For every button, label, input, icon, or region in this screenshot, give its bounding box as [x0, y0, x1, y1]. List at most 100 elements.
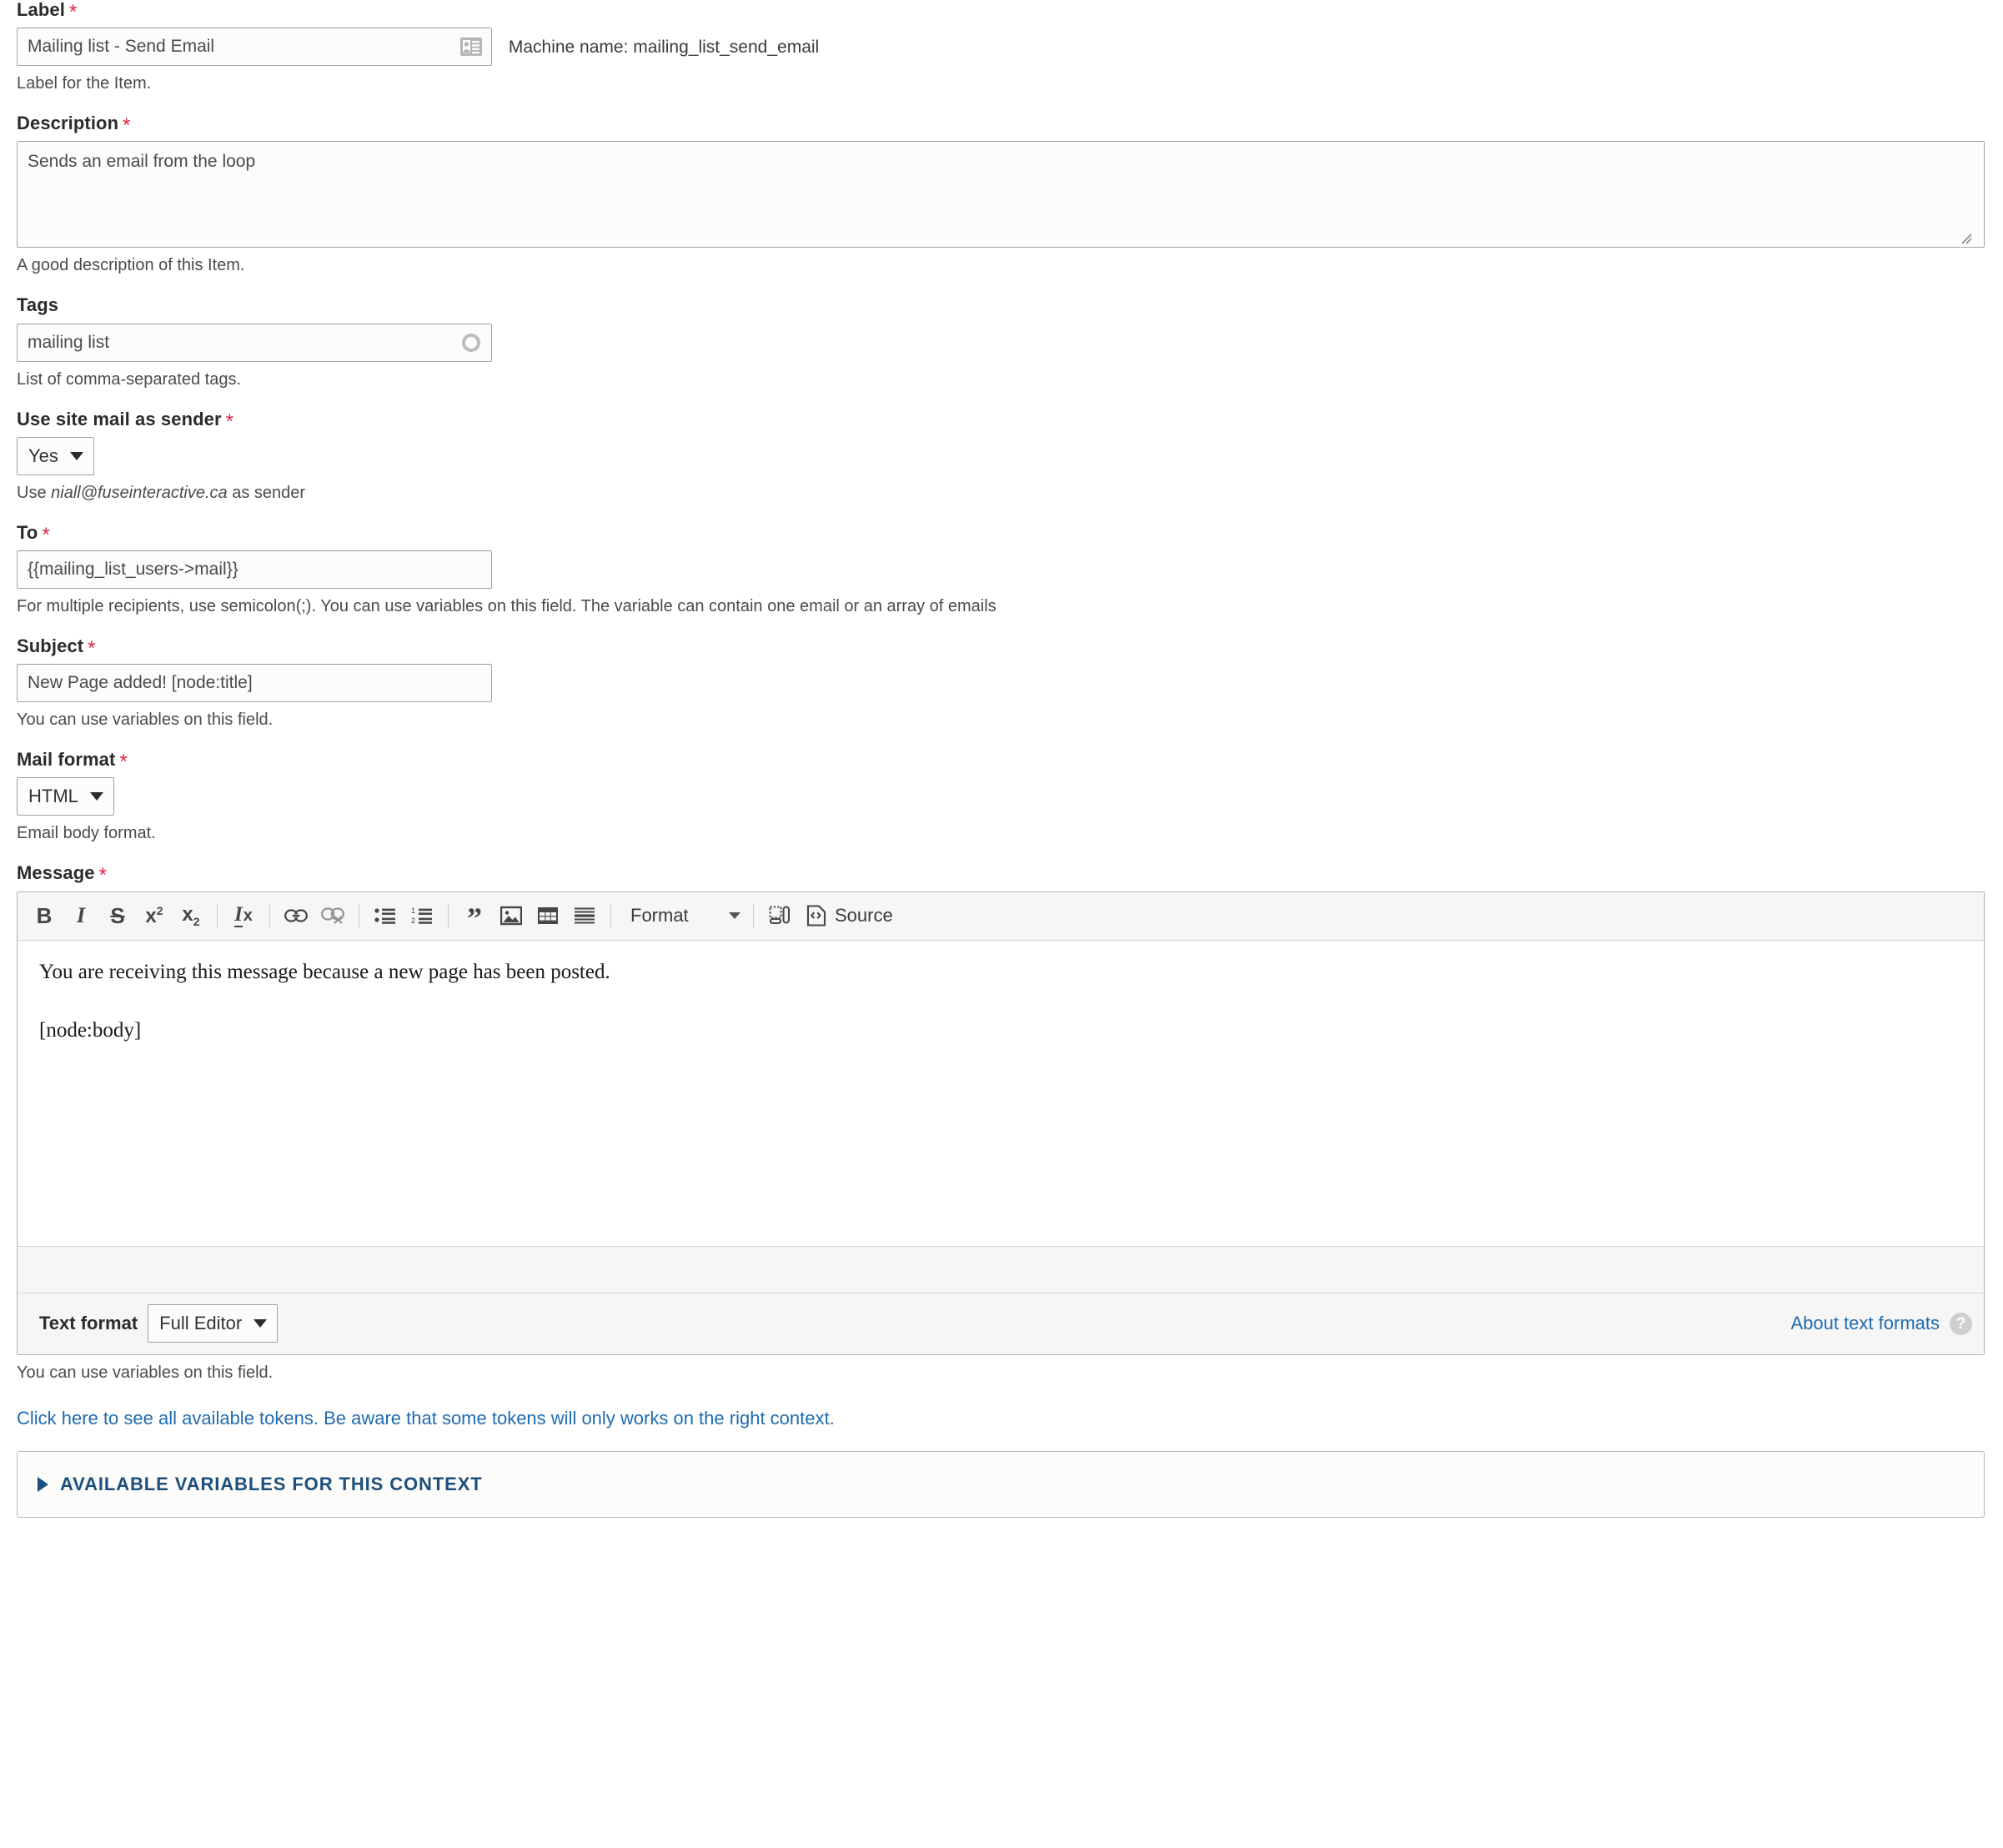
label-input[interactable] — [17, 28, 492, 67]
tags-field-label: Tags — [17, 294, 59, 316]
link-icon[interactable] — [278, 898, 314, 933]
mail-format-form-item: Mail format * HTML Email body format. — [17, 750, 1976, 845]
tags-form-item: Tags List of comma-separated tags. — [17, 295, 1976, 390]
message-field-label-text: Message — [17, 862, 95, 884]
required-marker: * — [98, 864, 108, 887]
subscript-icon[interactable]: x2 — [173, 898, 209, 933]
to-input[interactable] — [17, 550, 492, 589]
to-field-label-text: To — [17, 521, 38, 543]
available-variables-title: AVAILABLE VARIABLES FOR THIS CONTEXT — [60, 1473, 483, 1494]
tags-input[interactable] — [17, 323, 492, 362]
sender-desc-suffix: as sender — [227, 483, 306, 502]
text-format-select[interactable]: Full Editor — [148, 1304, 279, 1343]
sender-form-item: Use site mail as sender * Yes Use niall@f… — [17, 409, 1976, 505]
message-paragraph: [node:body] — [39, 1018, 142, 1042]
chevron-down-icon — [729, 912, 740, 919]
required-marker: * — [68, 1, 78, 23]
chevron-down-icon — [254, 1319, 268, 1328]
sender-field-label-text: Use site mail as sender — [17, 408, 222, 429]
remove-format-icon[interactable]: Ix — [225, 898, 262, 933]
required-marker: * — [119, 751, 128, 774]
contact-card-icon — [459, 36, 484, 58]
toolbar-group-insert: ” — [456, 898, 603, 933]
text-format-label: Text format — [39, 1313, 138, 1333]
message-field-label: Message * — [17, 862, 1976, 887]
tags-field-description: List of comma-separated tags. — [17, 369, 242, 389]
mail-format-field-label: Mail format * — [17, 749, 1976, 774]
source-button[interactable]: Source — [798, 898, 901, 933]
format-dropdown-label: Format — [630, 905, 689, 926]
toolbar-separator — [269, 903, 270, 928]
available-variables-summary[interactable]: AVAILABLE VARIABLES FOR THIS CONTEXT — [18, 1452, 1984, 1517]
ckeditor: B I S x2 x2 Ix 1 2 ” Format Source You a… — [17, 891, 1985, 1355]
toolbar-group-tools: Source — [761, 898, 901, 933]
sender-select[interactable]: Yes — [17, 436, 94, 475]
help-icon[interactable]: ? — [1950, 1312, 1972, 1335]
toolbar-separator — [753, 903, 754, 928]
text-format-left: Text format Full Editor — [39, 1304, 279, 1343]
to-field-label: To * — [17, 521, 1976, 545]
mail-format-field-description: Email body format. — [17, 824, 156, 843]
available-variables-details[interactable]: AVAILABLE VARIABLES FOR THIS CONTEXT — [17, 1450, 1985, 1518]
available-tokens-link[interactable]: Click here to see all available tokens. … — [17, 1408, 1976, 1429]
throbber-icon — [462, 333, 480, 352]
mail-format-select[interactable]: HTML — [17, 777, 114, 816]
sender-select-value: Yes — [28, 444, 58, 466]
tags-input-wrap — [17, 323, 492, 362]
send-email-settings-form: Label* Machine name: mailing_list_send_e… — [0, 0, 2003, 1848]
label-input-wrap — [17, 28, 492, 67]
to-field-description: For multiple recipients, use semicolon(;… — [17, 596, 996, 615]
label-field-label-text: Label — [17, 0, 65, 20]
message-form-item: Message * B I S x2 x2 Ix 1 2 ” Format So… — [17, 862, 1985, 1383]
chevron-down-icon — [69, 451, 83, 460]
subject-input[interactable] — [17, 664, 492, 703]
toolbar-separator — [610, 903, 611, 928]
required-marker: * — [225, 409, 234, 433]
subject-form-item: Subject* You can use variables on this f… — [17, 635, 1976, 731]
sender-desc-prefix: Use — [17, 483, 52, 502]
svg-text:2: 2 — [411, 916, 415, 924]
blockquote-icon[interactable]: ” — [456, 898, 493, 933]
machine-name-text: Machine name: mailing_list_send_email — [508, 38, 820, 58]
label-field-description: Label for the Item. — [17, 74, 152, 93]
toolbar-group-lists: 1 2 — [367, 898, 440, 933]
italic-icon[interactable]: I — [63, 898, 99, 933]
chevron-down-icon — [89, 792, 103, 801]
horizontal-rule-icon[interactable] — [566, 898, 603, 933]
description-field-label: Description * — [17, 113, 1976, 136]
mail-format-field-label-text: Mail format — [17, 749, 116, 771]
superscript-icon[interactable]: x2 — [136, 898, 173, 933]
source-button-label: Source — [835, 905, 893, 926]
format-dropdown[interactable]: Format — [619, 898, 745, 933]
ckeditor-toolbar: B I S x2 x2 Ix 1 2 ” Format Source — [18, 891, 1984, 941]
bold-icon[interactable]: B — [26, 898, 63, 933]
mail-format-select-value: HTML — [28, 786, 78, 807]
toolbar-group-removeformat: Ix — [225, 898, 262, 933]
toolbar-separator — [448, 903, 449, 928]
description-field-label-text: Description — [17, 113, 119, 134]
description-textarea-wrap: Sends an email from the loop — [17, 141, 1985, 249]
templates-icon[interactable] — [761, 898, 798, 933]
bulleted-list-icon[interactable] — [367, 898, 404, 933]
subject-field-label: Subject * — [17, 635, 1976, 658]
chevron-right-icon — [38, 1476, 48, 1492]
unlink-icon[interactable] — [314, 898, 351, 933]
ckeditor-resize-pad — [18, 1245, 1984, 1293]
about-text-formats-link[interactable]: About text formats — [1790, 1313, 1940, 1334]
text-format-bar: Text format Full Editor About text forma… — [18, 1292, 1984, 1354]
required-marker: * — [123, 114, 131, 138]
svg-text:1: 1 — [411, 907, 415, 915]
ckeditor-body[interactable]: You are receiving this message because a… — [18, 940, 1984, 1246]
strikethrough-icon[interactable]: S — [99, 898, 136, 933]
subject-field-description: You can use variables on this field. — [17, 711, 274, 730]
table-icon[interactable] — [530, 898, 566, 933]
toolbar-separator — [217, 903, 218, 928]
message-field-description: You can use variables on this field. — [17, 1363, 274, 1382]
description-textarea[interactable]: Sends an email from the loop — [17, 141, 1985, 249]
message-paragraph: You are receiving this message because a… — [39, 960, 610, 983]
label-form-item: Label* Machine name: mailing_list_send_e… — [17, 0, 1976, 95]
subject-field-label-text: Subject — [17, 635, 84, 656]
image-icon[interactable] — [493, 898, 530, 933]
description-field-description: A good description of this Item. — [17, 256, 245, 275]
numbered-list-icon[interactable]: 1 2 — [404, 898, 440, 933]
